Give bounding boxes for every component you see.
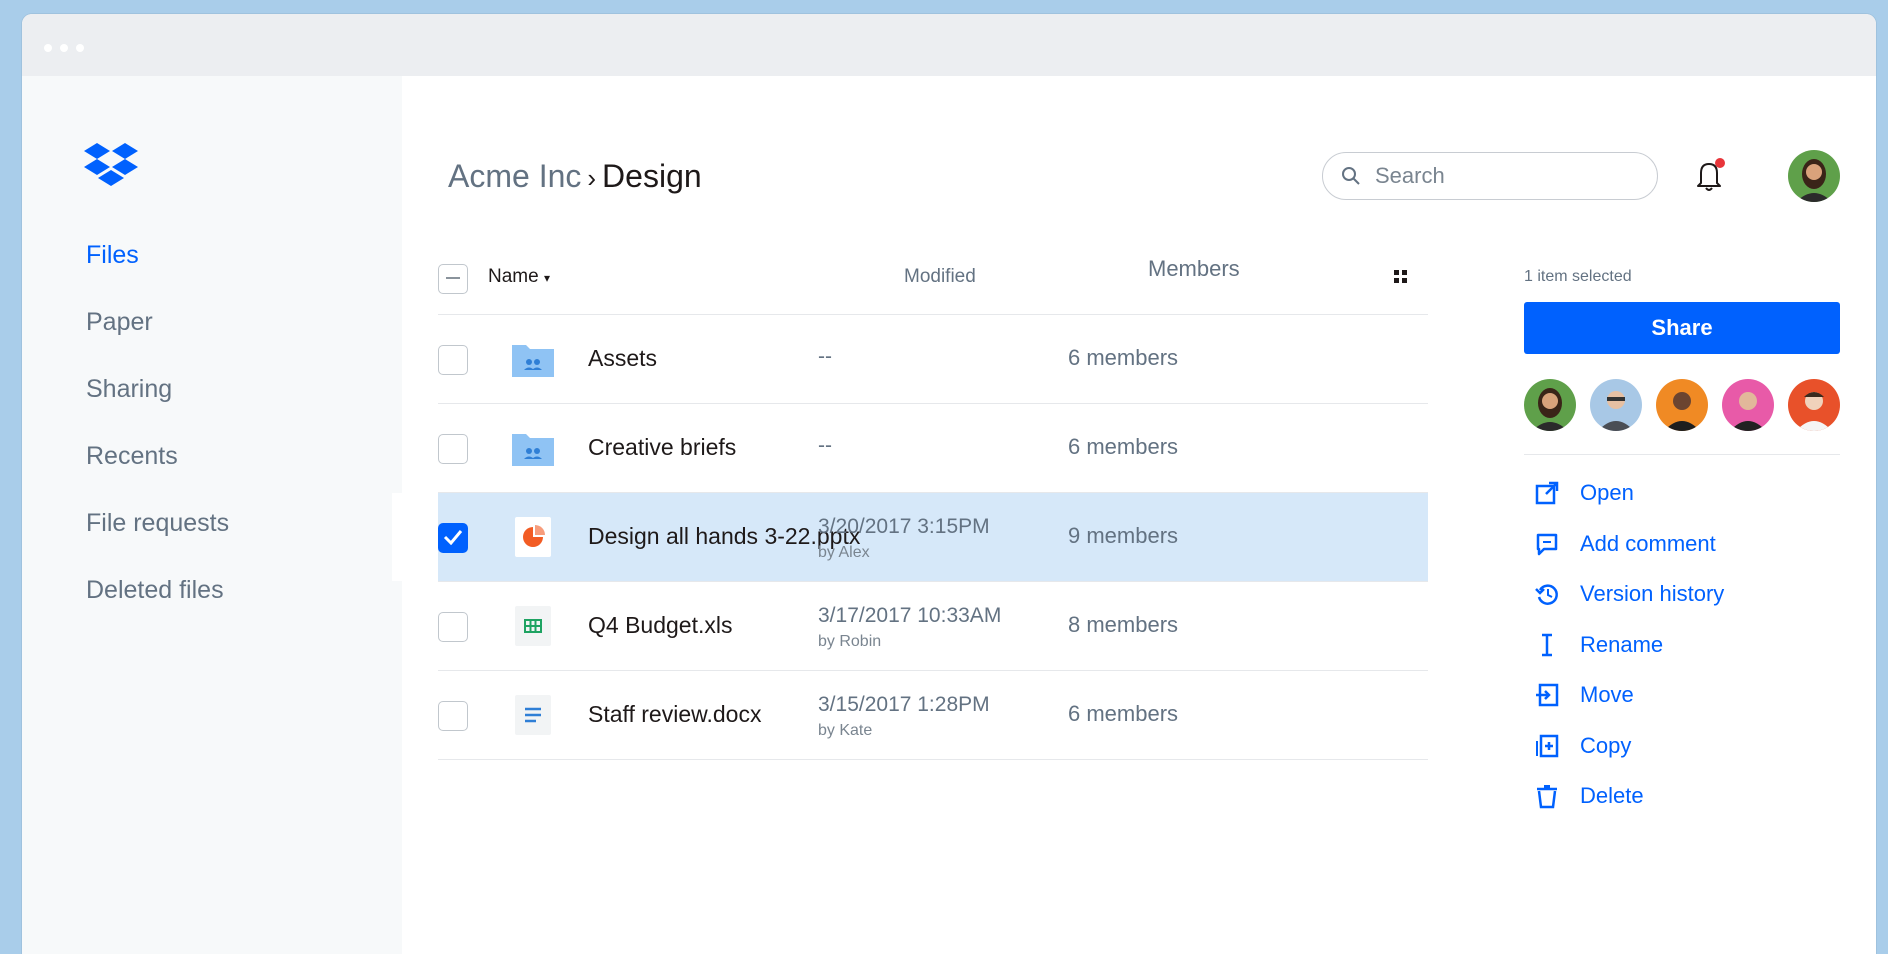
file-name[interactable]: Creative briefs [588, 434, 736, 461]
selection-count: 1 item selected [1524, 268, 1632, 285]
action-open[interactable]: Open [1534, 480, 1724, 531]
table-row[interactable]: Assets -- 6 members [438, 315, 1428, 404]
search-input[interactable] [1373, 162, 1607, 190]
main-content: Acme Inc › Design Search Name ▾ Modified… [392, 76, 1876, 954]
move-icon [1536, 683, 1559, 707]
table-header: Name ▾ Modified Members [438, 226, 1428, 315]
search-box[interactable] [1322, 152, 1658, 200]
column-header-name[interactable]: Name ▾ [488, 266, 550, 288]
column-header-modified[interactable]: Modified [904, 266, 976, 288]
share-button[interactable]: Share [1524, 302, 1840, 354]
breadcrumb-parent[interactable]: Acme Inc [448, 158, 581, 194]
file-name[interactable]: Staff review.docx [588, 701, 761, 728]
member-avatar[interactable] [1656, 379, 1708, 431]
row-checkbox[interactable] [438, 434, 468, 464]
file-modified: 3/15/2017 1:28PM by Kate [818, 693, 990, 739]
dropbox-logo-icon[interactable] [84, 142, 138, 188]
breadcrumb-current: Design [602, 158, 702, 194]
action-move[interactable]: Move [1534, 682, 1724, 733]
sidebar-item-file-requests[interactable]: File requests [86, 508, 229, 575]
member-avatar[interactable] [1788, 379, 1840, 431]
action-version-history[interactable]: Version history [1534, 581, 1724, 632]
member-avatar[interactable] [1590, 379, 1642, 431]
trash-icon [1537, 785, 1557, 809]
row-checkbox-checked[interactable] [438, 523, 468, 553]
file-actions: Open Add comment Version history Rename … [1534, 480, 1724, 834]
file-modified: -- [818, 434, 832, 457]
sidebar-item-recents[interactable]: Recents [86, 441, 229, 508]
action-add-comment[interactable]: Add comment [1534, 531, 1724, 582]
window-controls[interactable] [44, 44, 84, 52]
table-row[interactable]: Creative briefs -- 6 members [438, 404, 1428, 493]
action-copy[interactable]: Copy [1534, 733, 1724, 784]
rename-icon [1542, 633, 1552, 656]
table-row[interactable]: Staff review.docx 3/15/2017 1:28PM by Ka… [438, 671, 1428, 760]
copy-icon [1536, 734, 1559, 757]
table-row[interactable]: Q4 Budget.xls 3/17/2017 10:33AM by Robin… [438, 582, 1428, 671]
file-modified: 3/17/2017 10:33AM by Robin [818, 604, 1002, 650]
table-row-selected[interactable]: Design all hands 3-22.pptx 3/20/2017 3:1… [392, 493, 1428, 582]
file-name[interactable]: Assets [588, 345, 657, 372]
search-icon [1342, 167, 1360, 185]
file-members[interactable]: 6 members [1068, 345, 1178, 371]
notification-dot [1715, 158, 1725, 168]
file-members[interactable]: 8 members [1068, 612, 1178, 638]
file-table: Name ▾ Modified Members Assets -- 6 memb… [392, 226, 1428, 760]
sidebar-item-sharing[interactable]: Sharing [86, 374, 229, 441]
sort-caret-icon: ▾ [543, 271, 550, 285]
shared-folder-icon [512, 345, 554, 377]
modified-by: by Kate [818, 722, 873, 739]
panel-divider [1524, 454, 1840, 455]
member-avatar[interactable] [1722, 379, 1774, 431]
file-modified: -- [818, 345, 832, 368]
member-avatar[interactable] [1524, 379, 1576, 431]
breadcrumb: Acme Inc › Design [448, 158, 702, 195]
sidebar-item-files[interactable]: Files [86, 240, 229, 307]
bell-icon[interactable] [1692, 156, 1728, 196]
grid-view-icon[interactable] [1392, 268, 1410, 286]
sidebar-item-deleted-files[interactable]: Deleted files [86, 575, 229, 642]
open-icon [1535, 481, 1559, 505]
comment-icon [1536, 533, 1558, 555]
action-rename[interactable]: Rename [1534, 632, 1724, 683]
row-checkbox[interactable] [438, 345, 468, 375]
xls-icon [515, 606, 551, 646]
title-bar [22, 14, 1876, 76]
user-avatar[interactable] [1788, 150, 1840, 202]
sidebar-item-paper[interactable]: Paper [86, 307, 229, 374]
column-header-members[interactable]: Members [1148, 256, 1240, 282]
file-members[interactable]: 9 members [1068, 523, 1178, 549]
sidebar: Files Paper Sharing Recents File request… [22, 76, 402, 954]
history-icon [1535, 584, 1558, 605]
row-checkbox[interactable] [438, 701, 468, 731]
file-modified: 3/20/2017 3:15PM by Alex [818, 515, 990, 561]
row-checkbox[interactable] [438, 612, 468, 642]
action-delete[interactable]: Delete [1534, 783, 1724, 834]
sidebar-nav: Files Paper Sharing Recents File request… [86, 240, 229, 642]
modified-by: by Robin [818, 633, 882, 650]
modified-by: by Alex [818, 544, 870, 561]
pptx-icon [515, 517, 551, 557]
shared-folder-icon [512, 434, 554, 466]
docx-icon [515, 695, 551, 735]
select-all-checkbox[interactable] [438, 264, 468, 294]
file-members[interactable]: 6 members [1068, 434, 1178, 460]
app-window: Files Paper Sharing Recents File request… [22, 14, 1876, 954]
member-avatars [1524, 379, 1840, 435]
file-members[interactable]: 6 members [1068, 701, 1178, 727]
breadcrumb-separator: › [587, 163, 597, 193]
file-name[interactable]: Q4 Budget.xls [588, 612, 732, 639]
